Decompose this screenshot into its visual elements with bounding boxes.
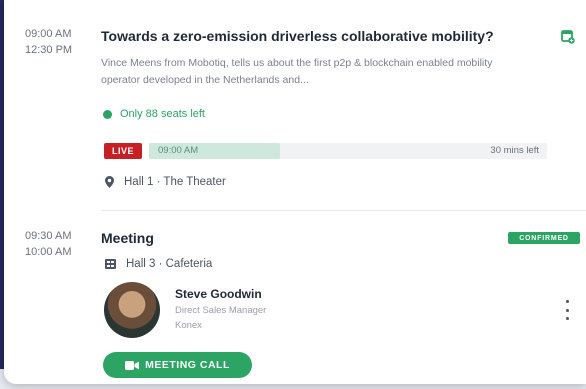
confirmed-badge: CONFIRMED [508, 232, 580, 244]
agenda-card: 09:00 AM 12:30 PM Towards a zero-emissio… [4, 0, 586, 384]
seats-left-text: Only 88 seats left [120, 108, 205, 120]
live-progress-row: LIVE 09:00 AM 30 mins left [101, 143, 547, 159]
meeting-title[interactable]: Meeting [101, 230, 154, 246]
meeting-start-time: 09:30 AM [25, 230, 72, 242]
session-end-time: 12:30 PM [25, 44, 73, 56]
meeting-location-text: Hall 3 · Cafeteria [126, 258, 213, 270]
seats-icon [103, 109, 112, 119]
live-badge: LIVE [104, 143, 142, 159]
calendar-add-icon[interactable] [561, 28, 575, 44]
location-text: Hall 1 · The Theater [124, 176, 226, 188]
progress-time: 09:00 AM [158, 145, 199, 156]
table-icon [105, 259, 116, 269]
more-options-icon[interactable] [563, 300, 571, 320]
session-progress-bar: 09:00 AM 30 mins left [149, 143, 547, 159]
meeting-end-time: 10:00 AM [25, 246, 72, 258]
meeting-location: Hall 3 · Cafeteria [105, 258, 212, 270]
video-camera-icon [125, 360, 140, 370]
meeting-call-label: MEETING CALL [145, 359, 230, 371]
session-location: Hall 1 · The Theater [105, 176, 226, 188]
session-title[interactable]: Towards a zero-emission driverless colla… [101, 28, 494, 44]
meeting-call-button[interactable]: MEETING CALL [103, 352, 252, 378]
seats-left-indicator: Only 88 seats left [103, 108, 205, 120]
meeting-time-range: 09:30 AM 10:00 AM [25, 228, 71, 260]
session-description: Vince Meens from Mobotiq, tells us about… [101, 57, 493, 86]
person-role: Direct Sales Manager [175, 305, 267, 316]
person-name[interactable]: Steve Goodwin [175, 287, 262, 301]
session-time-range: 09:00 AM 12:30 PM [25, 26, 72, 58]
session-start-time: 09:00 AM [25, 28, 72, 40]
location-pin-icon [105, 176, 114, 188]
time-left: 30 mins left [490, 145, 539, 156]
avatar[interactable] [104, 282, 160, 338]
person-company: Konex [175, 320, 202, 331]
session-divider [101, 210, 586, 211]
